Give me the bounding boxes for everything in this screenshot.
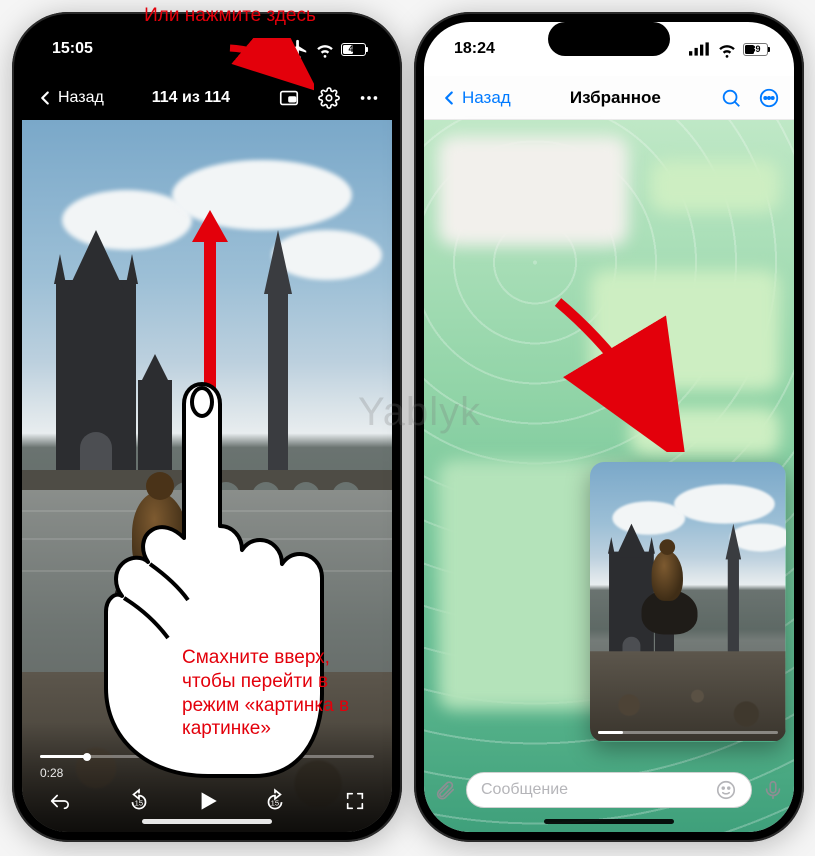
fullscreen-icon[interactable] xyxy=(344,790,366,812)
home-indicator[interactable] xyxy=(142,819,272,824)
wifi-icon xyxy=(314,38,336,60)
chevron-left-icon xyxy=(34,87,56,109)
message-input-bar: Сообщение xyxy=(434,770,784,810)
status-time: 15:05 xyxy=(52,40,112,58)
annotation-bottom: Смахните вверх, чтобы перейти в режим «к… xyxy=(182,646,382,741)
more-icon[interactable] xyxy=(358,87,380,109)
sticker-icon[interactable] xyxy=(715,779,737,801)
pip-window[interactable] xyxy=(590,462,786,742)
battery-indicator: 44 xyxy=(341,43,366,56)
cellular-icon xyxy=(689,38,711,60)
pip-progress[interactable] xyxy=(598,731,778,734)
back-label: Назад xyxy=(462,88,511,108)
share-icon[interactable] xyxy=(48,790,70,812)
svg-text:15: 15 xyxy=(135,798,143,807)
wifi-icon xyxy=(716,38,738,60)
mic-icon[interactable] xyxy=(762,779,784,801)
message-placeholder: Сообщение xyxy=(481,781,568,799)
dynamic-island xyxy=(548,22,670,56)
video-nav: Назад 114 из 114 xyxy=(22,76,392,120)
chat-title[interactable]: Избранное xyxy=(570,88,661,108)
attach-icon[interactable] xyxy=(434,779,456,801)
message-input[interactable]: Сообщение xyxy=(466,772,752,808)
back-button[interactable]: Назад xyxy=(34,87,104,109)
chevron-left-icon xyxy=(438,87,460,109)
status-time: 18:24 xyxy=(454,40,514,58)
more-circle-icon[interactable] xyxy=(758,87,780,109)
message-bubble[interactable] xyxy=(438,136,628,246)
annotation-arrow-pipwindow xyxy=(548,292,688,452)
home-indicator[interactable] xyxy=(544,819,674,824)
message-bubble[interactable] xyxy=(650,160,780,212)
rewind-15-icon[interactable]: 15 xyxy=(126,788,152,814)
annotation-top: Или нажмите здесь xyxy=(140,4,320,28)
search-icon[interactable] xyxy=(720,87,742,109)
annotation-arrow-pip xyxy=(224,38,314,94)
battery-indicator: 39 xyxy=(743,43,768,56)
annotation-arrow-swipe xyxy=(190,210,230,400)
status-icons: 39 xyxy=(689,38,768,60)
video-counter: 114 из 114 xyxy=(152,89,230,107)
play-icon[interactable] xyxy=(194,788,220,814)
forward-15-icon[interactable]: 15 xyxy=(262,788,288,814)
chat-body[interactable]: Сообщение xyxy=(424,120,794,832)
chat-nav: Назад Избранное xyxy=(424,76,794,120)
gear-icon[interactable] xyxy=(318,87,340,109)
svg-text:15: 15 xyxy=(271,798,279,807)
back-button[interactable]: Назад xyxy=(438,87,511,109)
back-label: Назад xyxy=(58,89,104,107)
